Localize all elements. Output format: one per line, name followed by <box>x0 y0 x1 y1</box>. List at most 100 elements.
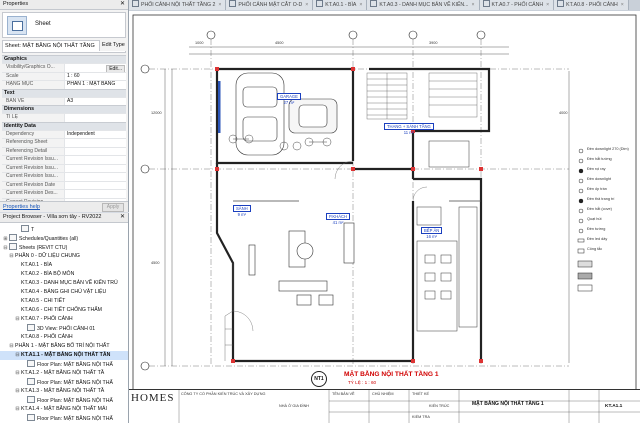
browser-tree-item[interactable]: ⊟ Sheets (REVIT CTU) <box>0 243 128 252</box>
property-value[interactable] <box>64 147 126 155</box>
browser-tree-item[interactable]: ⊟KT.A0.7 - PHỐI CẢNH <box>0 315 128 324</box>
expand-toggle-icon[interactable]: ⊟ <box>14 351 21 360</box>
property-row[interactable]: Current Revision Des... <box>2 189 126 198</box>
apply-button[interactable]: Apply <box>102 203 124 212</box>
browser-tree-item[interactable]: KT.A0.1 - BÌA <box>0 261 128 270</box>
property-value[interactable]: 1 : 60 <box>64 72 126 80</box>
browser-tree-item[interactable]: ⊟PHẦN 0 - DỮ LIỆU CHUNG <box>0 252 128 261</box>
room-name: P.KHÁCH <box>326 213 351 220</box>
browser-tree-item[interactable]: Floor Plan: MẶT BẰNG NỘI THẤ <box>0 360 128 369</box>
room-tag-hall[interactable]: SÂNH 9 m² <box>233 205 251 217</box>
close-tab-icon[interactable]: × <box>305 2 308 8</box>
visibility-edit-button[interactable]: Edit... <box>106 64 125 72</box>
property-row[interactable]: Scale 1 : 60 <box>2 71 126 80</box>
view-tab[interactable]: KT.A0.1 - BÌA × <box>313 0 368 10</box>
property-row[interactable]: TỈ LỆ <box>2 113 126 122</box>
browser-tree-item[interactable]: KT.A0.3 - DANH MỤC BẢN VẼ KIẾN TRÚ <box>0 279 128 288</box>
property-value[interactable]: PHẦN 1 : MẶT BẰNG <box>64 81 126 89</box>
property-row[interactable]: Referencing Sheet <box>2 138 126 147</box>
property-value[interactable] <box>64 156 126 164</box>
browser-tree-item[interactable]: Floor Plan: MẶT BẰNG NỘI THẤ <box>0 396 128 405</box>
browser-tree-label: KT.A0.4 - BẢNG GHI CHÚ VẬT LIỆU <box>21 289 107 295</box>
view-icon <box>27 378 35 385</box>
sheet-name: MẶT BẰNG NỘI THẤT TẦNG 1 <box>472 401 544 407</box>
browser-tree-item[interactable]: ⊟PHẦN 1 - MẶT BẰNG BỐ TRÍ NỘI THẤT <box>0 342 128 351</box>
property-value[interactable] <box>64 181 126 189</box>
property-section-header[interactable]: Graphics <box>2 55 126 63</box>
view-tab[interactable]: KT.A0.8 - PHỐI CẢNH × <box>554 0 629 10</box>
property-section-header[interactable]: Identity Data <box>2 121 126 130</box>
property-value[interactable] <box>64 173 126 181</box>
view-reference-marker[interactable]: NT1 <box>311 371 327 387</box>
property-value[interactable] <box>64 114 126 122</box>
property-key: Current Revision Issu... <box>6 173 58 179</box>
property-section-header[interactable]: Dimensions <box>2 105 126 113</box>
property-row[interactable]: Dependency Independent <box>2 129 126 138</box>
expand-toggle-icon[interactable]: ⊟ <box>14 369 21 378</box>
property-value[interactable] <box>64 164 126 172</box>
browser-tree-item[interactable]: ⊟KT.A1.4 - MẶT BẰNG NỘI THẤT MÁI <box>0 405 128 414</box>
browser-tree-label: Floor Plan: MẶT BẰNG NỘI THẤ <box>37 416 113 422</box>
expand-toggle-icon[interactable]: ⊟ <box>8 342 15 351</box>
property-value[interactable] <box>64 190 126 198</box>
expand-toggle-icon[interactable]: ⊟ <box>14 387 21 396</box>
view-icon <box>27 414 35 421</box>
expand-toggle-icon[interactable]: ⊟ <box>8 252 15 261</box>
sheet-canvas[interactable]: GARAGE 27 m² THANG + SẢNH TẦNG 11 m² SÂN… <box>129 11 640 423</box>
expand-toggle-icon[interactable]: ⊟ <box>14 315 21 324</box>
browser-tree-item[interactable]: Floor Plan: MẶT BẰNG NỘI THẤ <box>0 378 128 387</box>
properties-title: Properties <box>3 1 29 7</box>
browser-tree-item[interactable]: KT.A0.6 - CHI TIẾT CHỐNG THẤM <box>0 306 128 315</box>
room-tag-living[interactable]: P.KHÁCH 41 m² <box>326 213 351 225</box>
close-icon[interactable]: ✕ <box>120 0 125 9</box>
browser-tree-item[interactable]: ⊟KT.A1.2 - MẶT BẰNG NỘI THẤT TẦ <box>0 369 128 378</box>
view-tab[interactable]: PHỐI CẢNH NỘI THẤT TẦNG 2 × <box>129 0 227 10</box>
title-block-col-label: KIỂM TRA <box>412 415 430 419</box>
browser-tree-item[interactable]: 3D View: PHỐI CẢNH 01 <box>0 324 128 333</box>
edit-type-button[interactable]: Edit Type <box>99 40 126 51</box>
dimension-label: 4500 <box>275 41 284 45</box>
property-row[interactable]: Current Revision Issu... <box>2 172 126 181</box>
close-tab-icon[interactable]: × <box>218 2 221 8</box>
browser-tree-item[interactable]: ⊞ Schedules/Quantities (all) <box>0 234 128 243</box>
property-value[interactable]: A3 <box>64 97 126 105</box>
view-tab[interactable]: PHỐI CẢNH MẶT CẮT O-D × <box>226 0 314 10</box>
browser-tree-item[interactable]: KT.A0.5 - CHI TIẾT <box>0 297 128 306</box>
property-row[interactable]: HẠNG MỤC PHẦN 1 : MẶT BẰNG <box>2 80 126 89</box>
properties-help-link[interactable]: Properties help <box>3 204 40 210</box>
browser-tree-item[interactable]: KT.A0.8 - PHỐI CẢNH <box>0 333 128 342</box>
property-row[interactable]: Current Revision Issu... <box>2 155 126 164</box>
property-row[interactable]: Visibility/Graphics O... Edit... <box>2 63 126 72</box>
property-key: HẠNG MỤC <box>6 81 34 87</box>
close-tab-icon[interactable]: × <box>359 2 362 8</box>
close-icon[interactable]: ✕ <box>120 213 125 222</box>
sofa-set <box>248 222 355 306</box>
close-tab-icon[interactable]: × <box>471 2 474 8</box>
room-tag-garage[interactable]: GARAGE 27 m² <box>277 93 301 105</box>
property-value[interactable] <box>64 139 126 147</box>
browser-tree-item[interactable]: ⊟KT.A1.1 - MẶT BẰNG NỘI THẤT TẦN <box>0 351 128 360</box>
close-tab-icon[interactable]: × <box>621 2 624 8</box>
property-value[interactable]: Independent <box>64 130 126 138</box>
legend-item-label: Đèn rọi ray <box>587 167 606 171</box>
view-tab[interactable]: KT.A0.7 - PHỐI CẢNH × <box>479 0 555 10</box>
property-section-header[interactable]: Text <box>2 88 126 97</box>
room-tag-stair-lobby[interactable]: THANG + SẢNH TẦNG 11 m² <box>384 123 434 135</box>
view-tab[interactable]: KT.A0.3 - DANH MỤC BẢN VẼ KIẾN... × <box>367 0 480 10</box>
close-tab-icon[interactable]: × <box>546 2 549 8</box>
property-row[interactable]: Current Revision Date <box>2 180 126 189</box>
type-selector[interactable]: Sheet <box>2 12 126 38</box>
browser-tree-item[interactable]: KT.A0.4 - BẢNG GHI CHÚ VẬT LIỆU <box>0 288 128 297</box>
property-row[interactable]: Current Revision Issu... <box>2 163 126 172</box>
browser-tree-item[interactable]: Floor Plan: MẶT BẰNG NỘI THẤ <box>0 414 128 423</box>
view-tab-label: KT.A0.1 - BÌA <box>325 2 357 8</box>
property-row[interactable]: BẢN VẼ A3 <box>2 96 126 105</box>
room-tag-kitchen[interactable]: BẾP ĂN 16 m² <box>421 227 443 239</box>
expand-toggle-icon[interactable]: ⊟ <box>14 405 21 414</box>
browser-tree-item[interactable]: KT.A0.2 - BÌA BỘ MÔN <box>0 270 128 279</box>
browser-tree-item[interactable]: T <box>0 225 128 234</box>
property-row[interactable]: Referencing Detail <box>2 146 126 155</box>
instance-filter[interactable]: Sheet: MẶT BẰNG NỘI THẤT TẦNG ⌄ Edit Typ… <box>2 40 126 53</box>
browser-tree-item[interactable]: ⊟KT.A1.3 - MẶT BẰNG NỘI THẤT TẦ <box>0 387 128 396</box>
property-value[interactable]: Edit... <box>64 64 126 72</box>
